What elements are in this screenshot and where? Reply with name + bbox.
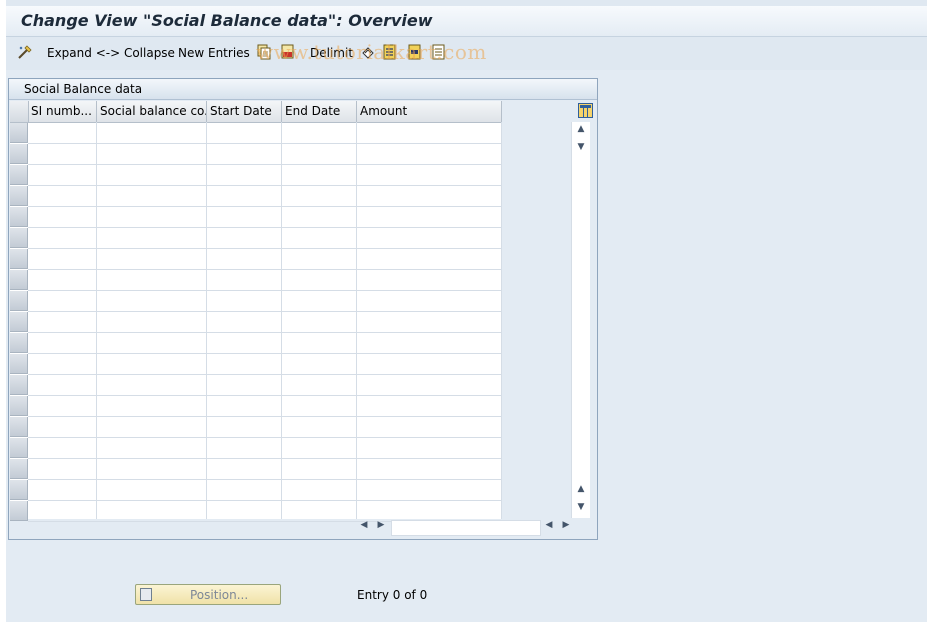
vertical-scrollbar[interactable]: ▲ ▼ ▲ ▼: [571, 122, 590, 518]
table-row[interactable]: [28, 249, 502, 270]
table-row[interactable]: [28, 165, 502, 186]
row-selector[interactable]: [10, 459, 28, 479]
scroll-first-icon[interactable]: ▲: [574, 124, 588, 134]
table-row[interactable]: [28, 375, 502, 396]
table-row[interactable]: [28, 354, 502, 375]
column-header-social-balance-code[interactable]: Social balance co...: [97, 101, 207, 122]
table-row[interactable]: [28, 312, 502, 333]
table-row[interactable]: [28, 144, 502, 165]
watermark: www.tutorialkart.com: [256, 40, 487, 64]
column-divider: [96, 122, 97, 519]
row-selector[interactable]: [10, 438, 28, 458]
scroll-last-icon[interactable]: ▼: [574, 502, 588, 512]
row-selector[interactable]: [10, 417, 28, 437]
page-title: Change View "Social Balance data": Overv…: [21, 11, 433, 30]
row-selector[interactable]: [10, 354, 28, 374]
table-row[interactable]: [28, 186, 502, 207]
scroll-up-icon[interactable]: ▼: [574, 142, 588, 152]
horizontal-scroll-track[interactable]: [391, 520, 541, 536]
table-row[interactable]: [28, 396, 502, 417]
row-selector[interactable]: [10, 144, 28, 164]
title-bar: Change View "Social Balance data": Overv…: [6, 6, 927, 37]
position-icon: [140, 588, 152, 601]
table-header-row: SI numb... Social balance co... Start Da…: [10, 101, 502, 123]
table-row[interactable]: [28, 480, 502, 501]
column-header-si-number[interactable]: SI numb...: [28, 101, 97, 122]
display-change-icon[interactable]: [17, 44, 33, 60]
row-selector[interactable]: [10, 207, 28, 227]
table-row[interactable]: [28, 228, 502, 249]
table-row[interactable]: [28, 333, 502, 354]
table-row[interactable]: [28, 459, 502, 480]
new-entries-button[interactable]: New Entries: [178, 46, 250, 60]
table-row[interactable]: [28, 291, 502, 312]
table-control: SI numb... Social balance co... Start Da…: [10, 101, 502, 522]
table-row[interactable]: [28, 207, 502, 228]
table-control-panel: Social Balance data SI numb... Social ba…: [8, 78, 598, 540]
column-header-start-date[interactable]: Start Date: [207, 101, 282, 122]
panel-header: Social Balance data: [9, 79, 597, 100]
row-selector[interactable]: [10, 396, 28, 416]
row-selector[interactable]: [10, 480, 28, 500]
row-selector[interactable]: [10, 228, 28, 248]
entry-count: Entry 0 of 0: [357, 588, 428, 602]
row-selector[interactable]: [10, 165, 28, 185]
position-button[interactable]: Position...: [135, 584, 281, 605]
column-header-end-date[interactable]: End Date: [282, 101, 357, 122]
row-selector[interactable]: [10, 249, 28, 269]
select-all-rows-button[interactable]: [10, 101, 29, 122]
table-row[interactable]: [28, 417, 502, 438]
row-selector[interactable]: [10, 186, 28, 206]
column-header-amount[interactable]: Amount: [357, 101, 502, 122]
horizontal-scrollbar[interactable]: ◀ ▶ ◀ ▶: [355, 519, 575, 536]
scroll-left-icon[interactable]: ▶: [374, 520, 388, 530]
scroll-down-icon[interactable]: ▲: [574, 484, 588, 494]
column-divider: [206, 122, 207, 519]
row-selector[interactable]: [10, 312, 28, 332]
column-divider: [281, 122, 282, 519]
scroll-left-first-icon[interactable]: ◀: [357, 520, 371, 530]
expand-collapse-button[interactable]: Expand <-> Collapse: [47, 46, 175, 60]
column-divider: [356, 122, 357, 519]
row-selector[interactable]: [10, 375, 28, 395]
table-row[interactable]: [28, 270, 502, 291]
table-row[interactable]: [28, 438, 502, 459]
table-row[interactable]: [28, 123, 502, 144]
panel-title: Social Balance data: [24, 82, 143, 96]
row-selector[interactable]: [10, 123, 28, 143]
scroll-right-icon[interactable]: ◀: [542, 520, 556, 530]
column-configuration-icon[interactable]: [578, 103, 593, 118]
row-selector[interactable]: [10, 291, 28, 311]
row-selector[interactable]: [10, 501, 28, 521]
row-selector[interactable]: [10, 333, 28, 353]
row-selector[interactable]: [10, 270, 28, 290]
column-divider: [501, 122, 502, 519]
position-button-label: Position...: [190, 588, 249, 602]
scroll-right-last-icon[interactable]: ▶: [559, 520, 573, 530]
